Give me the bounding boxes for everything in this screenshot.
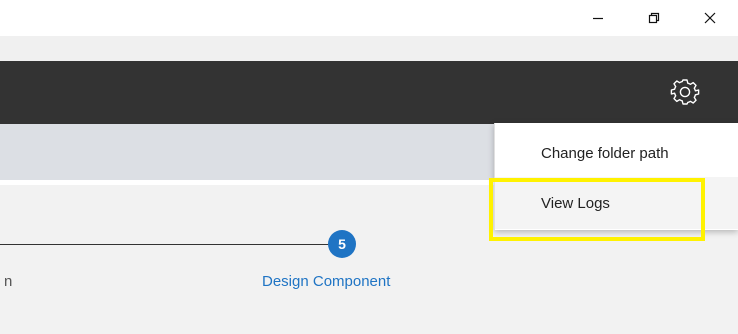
restore-button[interactable] [632, 0, 676, 36]
settings-menu: Change folder path View Logs [494, 123, 738, 230]
active-step-label[interactable]: Design Component [262, 273, 390, 290]
toolbar-strip [0, 36, 738, 61]
minimize-button[interactable] [576, 0, 620, 36]
close-icon [704, 12, 716, 24]
settings-button[interactable] [668, 75, 702, 109]
app-header [0, 61, 738, 124]
minimize-icon [593, 17, 603, 20]
restore-icon [648, 12, 660, 24]
menu-item-change-folder-path[interactable]: Change folder path [495, 127, 738, 179]
menu-item-view-logs[interactable]: View Logs [495, 177, 738, 229]
gear-icon [670, 79, 700, 105]
title-bar [0, 0, 738, 36]
app-window: 5 n Design Component Change folder path … [0, 0, 738, 334]
stepper-connector [0, 244, 330, 245]
close-button[interactable] [688, 0, 732, 36]
step-number-badge[interactable]: 5 [328, 230, 356, 258]
previous-step-label[interactable]: n [4, 273, 12, 290]
